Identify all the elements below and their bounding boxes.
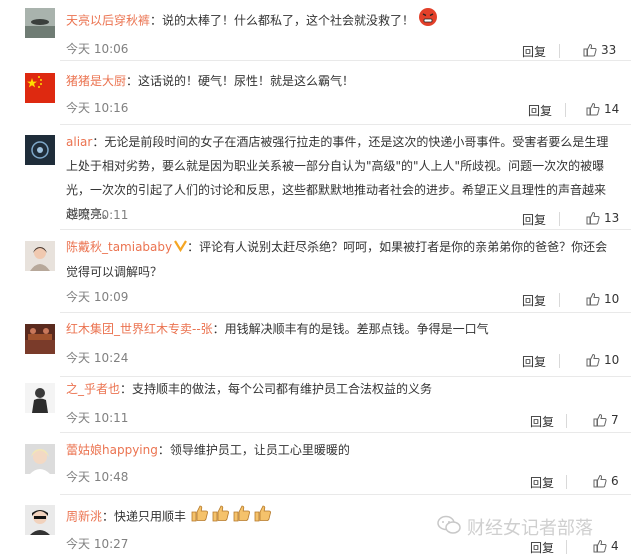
comment-item: 猪猪是大厨：这话说的！硬气！尿性！就是这么霸气！ 今天 10:16 回复 14 — [0, 61, 631, 125]
reply-button[interactable]: 回复 — [530, 413, 554, 430]
reply-button[interactable]: 回复 — [528, 102, 552, 119]
comment-time: 今天 10:06 — [66, 42, 129, 56]
avatar[interactable] — [25, 241, 55, 271]
like-count: 6 — [611, 474, 619, 488]
comment-time: 今天 10:16 — [66, 101, 129, 115]
comment-author[interactable]: 周新洮 — [66, 510, 102, 524]
thumbs-up-emoji-icon — [190, 503, 274, 531]
comment-author[interactable]: 之_乎者也 — [66, 382, 120, 396]
like-button[interactable]: 10 — [586, 292, 619, 306]
comment-author[interactable]: 猪猪是大厨 — [66, 74, 126, 88]
comment-item: 之_乎者也：支持顺丰的做法，每个公司都有维护员工合法权益的义务 今天 10:11… — [0, 377, 631, 433]
thumbs-up-icon — [586, 211, 600, 225]
comment-item: 陈戴秋_tamiababy ：评论有人说别太赶尽杀绝？呵呵，如果被打者是你的亲弟弟… — [0, 230, 631, 313]
separator — [565, 103, 566, 117]
like-button[interactable]: 4 — [593, 539, 619, 553]
reply-button[interactable]: 回复 — [530, 474, 554, 491]
like-count: 13 — [604, 211, 620, 225]
comment-text: ：说的太棒了！什么都私了，这个社会就没救了！ — [150, 13, 415, 28]
avatar[interactable] — [25, 324, 55, 354]
thumbs-up-icon — [583, 43, 597, 57]
like-count: 7 — [611, 413, 619, 427]
comment-time: 今天 10:11 — [66, 208, 129, 222]
separator — [566, 540, 567, 554]
angry-face-icon — [418, 7, 438, 35]
like-count: 14 — [604, 102, 620, 116]
reply-button[interactable]: 回复 — [522, 353, 546, 370]
comment-text: ：用钱解决顺丰有的是钱。差那点钱。争得是一口气 — [212, 322, 489, 336]
comment-time: 今天 10:09 — [66, 290, 129, 304]
like-button[interactable]: 14 — [586, 102, 619, 116]
separator — [566, 414, 567, 428]
comment-time: 今天 10:27 — [66, 537, 129, 551]
comment-text: ：快递只用顺丰 — [102, 509, 187, 524]
like-button[interactable]: 13 — [586, 211, 619, 225]
like-button[interactable]: 7 — [593, 413, 619, 427]
watermark: 财经女记者部落 — [437, 514, 593, 540]
verified-badge-icon — [174, 236, 188, 260]
comment-item: 红木集团_世界红木专卖--张：用钱解决顺丰有的是钱。差那点钱。争得是一口气 今天… — [0, 313, 631, 377]
comment-item: 天亮以后穿秋裤：说的太棒了！什么都私了，这个社会就没救了！ 今天 10:06 回… — [0, 0, 631, 61]
comment-item: 蕾姑娘happying：领导维护员工，让员工心里暖暖的 今天 10:48 回复 … — [0, 433, 631, 495]
avatar[interactable] — [25, 505, 55, 535]
comment-author[interactable]: 天亮以后穿秋裤 — [66, 14, 150, 28]
like-count: 10 — [604, 292, 620, 306]
like-button[interactable]: 33 — [583, 43, 616, 57]
separator — [559, 44, 560, 58]
comment-time: 今天 10:11 — [66, 411, 129, 425]
avatar[interactable] — [25, 383, 55, 413]
comment-author[interactable]: 红木集团_世界红木专卖--张 — [66, 322, 213, 336]
like-count: 33 — [601, 43, 617, 57]
thumbs-up-icon — [593, 413, 607, 427]
avatar[interactable] — [25, 73, 55, 103]
comment-author[interactable]: aliar — [66, 135, 92, 149]
thumbs-up-icon — [586, 102, 600, 116]
comment-text: ：领导维护员工，让员工心里暖暖的 — [157, 443, 350, 457]
reply-button[interactable]: 回复 — [522, 43, 546, 60]
reply-button[interactable]: 回复 — [530, 539, 554, 556]
like-button[interactable]: 10 — [586, 353, 619, 367]
thumbs-up-icon — [593, 539, 607, 553]
separator — [566, 475, 567, 489]
avatar[interactable] — [25, 8, 55, 38]
avatar[interactable] — [25, 444, 55, 474]
like-count: 4 — [611, 539, 619, 553]
comment-author[interactable]: 陈戴秋_tamiababy — [66, 240, 172, 254]
comment-time: 今天 10:24 — [66, 351, 129, 365]
comment-text: ：支持顺丰的做法，每个公司都有维护员工合法权益的义务 — [120, 382, 433, 396]
comment-text: ：无论是前段时间的女子在酒店被强行拉走的事件，还是这次的快递小哥事件。受害者要么… — [66, 135, 609, 221]
wechat-logo-icon — [437, 515, 461, 540]
reply-button[interactable]: 回复 — [522, 211, 546, 228]
comment-time: 今天 10:48 — [66, 470, 129, 484]
comment-text: ：这话说的！硬气！尿性！就是这么霸气！ — [126, 74, 355, 88]
separator — [559, 293, 560, 307]
separator — [559, 354, 560, 368]
thumbs-up-icon — [593, 474, 607, 488]
reply-button[interactable]: 回复 — [522, 292, 546, 309]
like-count: 10 — [604, 353, 620, 367]
avatar[interactable] — [25, 135, 55, 165]
comment-author[interactable]: 蕾姑娘happying — [66, 443, 158, 457]
like-button[interactable]: 6 — [593, 474, 619, 488]
watermark-text: 财经女记者部落 — [467, 518, 593, 539]
thumbs-up-icon — [586, 353, 600, 367]
separator — [559, 212, 560, 226]
thumbs-up-icon — [586, 292, 600, 306]
comment-item: aliar：无论是前段时间的女子在酒店被强行拉走的事件，还是这次的快递小哥事件。… — [0, 125, 631, 230]
